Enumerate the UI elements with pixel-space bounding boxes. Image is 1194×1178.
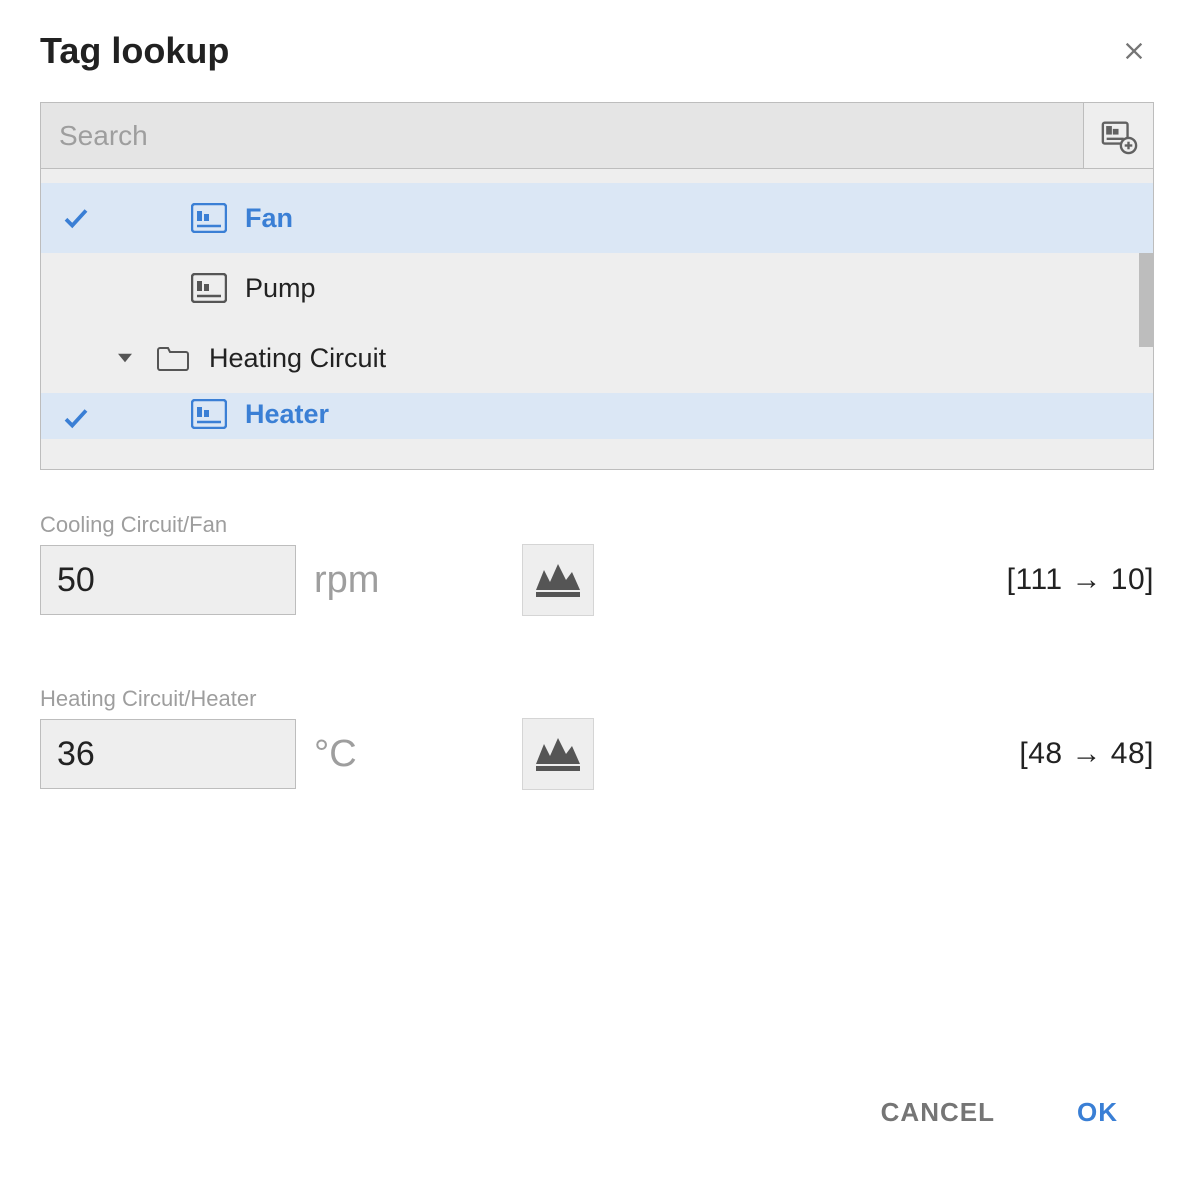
tag-icon bbox=[191, 399, 227, 429]
dialog-footer: CANCEL OK bbox=[40, 1077, 1154, 1138]
add-tag-button[interactable] bbox=[1083, 103, 1153, 168]
dialog-title: Tag lookup bbox=[40, 30, 229, 72]
tree-item-label: Fan bbox=[245, 203, 1153, 234]
tree-item-label: Pump bbox=[245, 273, 1153, 304]
value-range: [48 → 48] bbox=[1019, 737, 1154, 771]
trend-button[interactable] bbox=[522, 718, 594, 790]
value-unit: °C bbox=[314, 733, 464, 776]
value-input-heater[interactable] bbox=[40, 719, 296, 789]
tag-lookup-dialog: Tag lookup bbox=[0, 0, 1194, 1178]
trend-icon bbox=[534, 560, 582, 600]
tree-item-heater[interactable]: Heater bbox=[41, 393, 1153, 439]
search-row bbox=[41, 103, 1153, 169]
dialog-header: Tag lookup bbox=[40, 20, 1154, 102]
value-path: Heating Circuit/Heater bbox=[40, 686, 1154, 712]
trend-button[interactable] bbox=[522, 544, 594, 616]
value-block-heater: Heating Circuit/Heater °C [48 → 48] bbox=[40, 686, 1154, 790]
value-path: Cooling Circuit/Fan bbox=[40, 512, 1154, 538]
cancel-button[interactable]: CANCEL bbox=[875, 1087, 1001, 1138]
tree-item-fan[interactable]: Fan bbox=[41, 183, 1153, 253]
value-unit: rpm bbox=[314, 559, 464, 602]
tree-item-pump[interactable]: Pump bbox=[41, 253, 1153, 323]
value-input-fan[interactable] bbox=[40, 545, 296, 615]
close-icon bbox=[1120, 37, 1148, 65]
add-tag-icon bbox=[1100, 117, 1138, 155]
tag-icon bbox=[191, 273, 227, 303]
folder-icon bbox=[155, 343, 191, 373]
selected-values: Cooling Circuit/Fan rpm [111 → 10] Heati… bbox=[40, 512, 1154, 790]
expand-toggle[interactable] bbox=[113, 346, 137, 370]
ok-button[interactable]: OK bbox=[1071, 1087, 1124, 1138]
tag-browser-panel: Fan Pump bbox=[40, 102, 1154, 470]
close-button[interactable] bbox=[1114, 31, 1154, 71]
tree-item-label: Heating Circuit bbox=[209, 343, 1153, 374]
tag-icon bbox=[191, 203, 227, 233]
tree-item-heating-circuit[interactable]: Heating Circuit bbox=[41, 323, 1153, 393]
value-range: [111 → 10] bbox=[1007, 563, 1154, 597]
value-block-fan: Cooling Circuit/Fan rpm [111 → 10] bbox=[40, 512, 1154, 616]
trend-icon bbox=[534, 734, 582, 774]
check-icon bbox=[57, 399, 95, 437]
tree-item-label: Heater bbox=[245, 399, 1153, 430]
check-icon bbox=[57, 199, 95, 237]
chevron-down-icon bbox=[118, 351, 132, 365]
search-input[interactable] bbox=[41, 103, 1083, 168]
tag-tree: Fan Pump bbox=[41, 169, 1153, 469]
